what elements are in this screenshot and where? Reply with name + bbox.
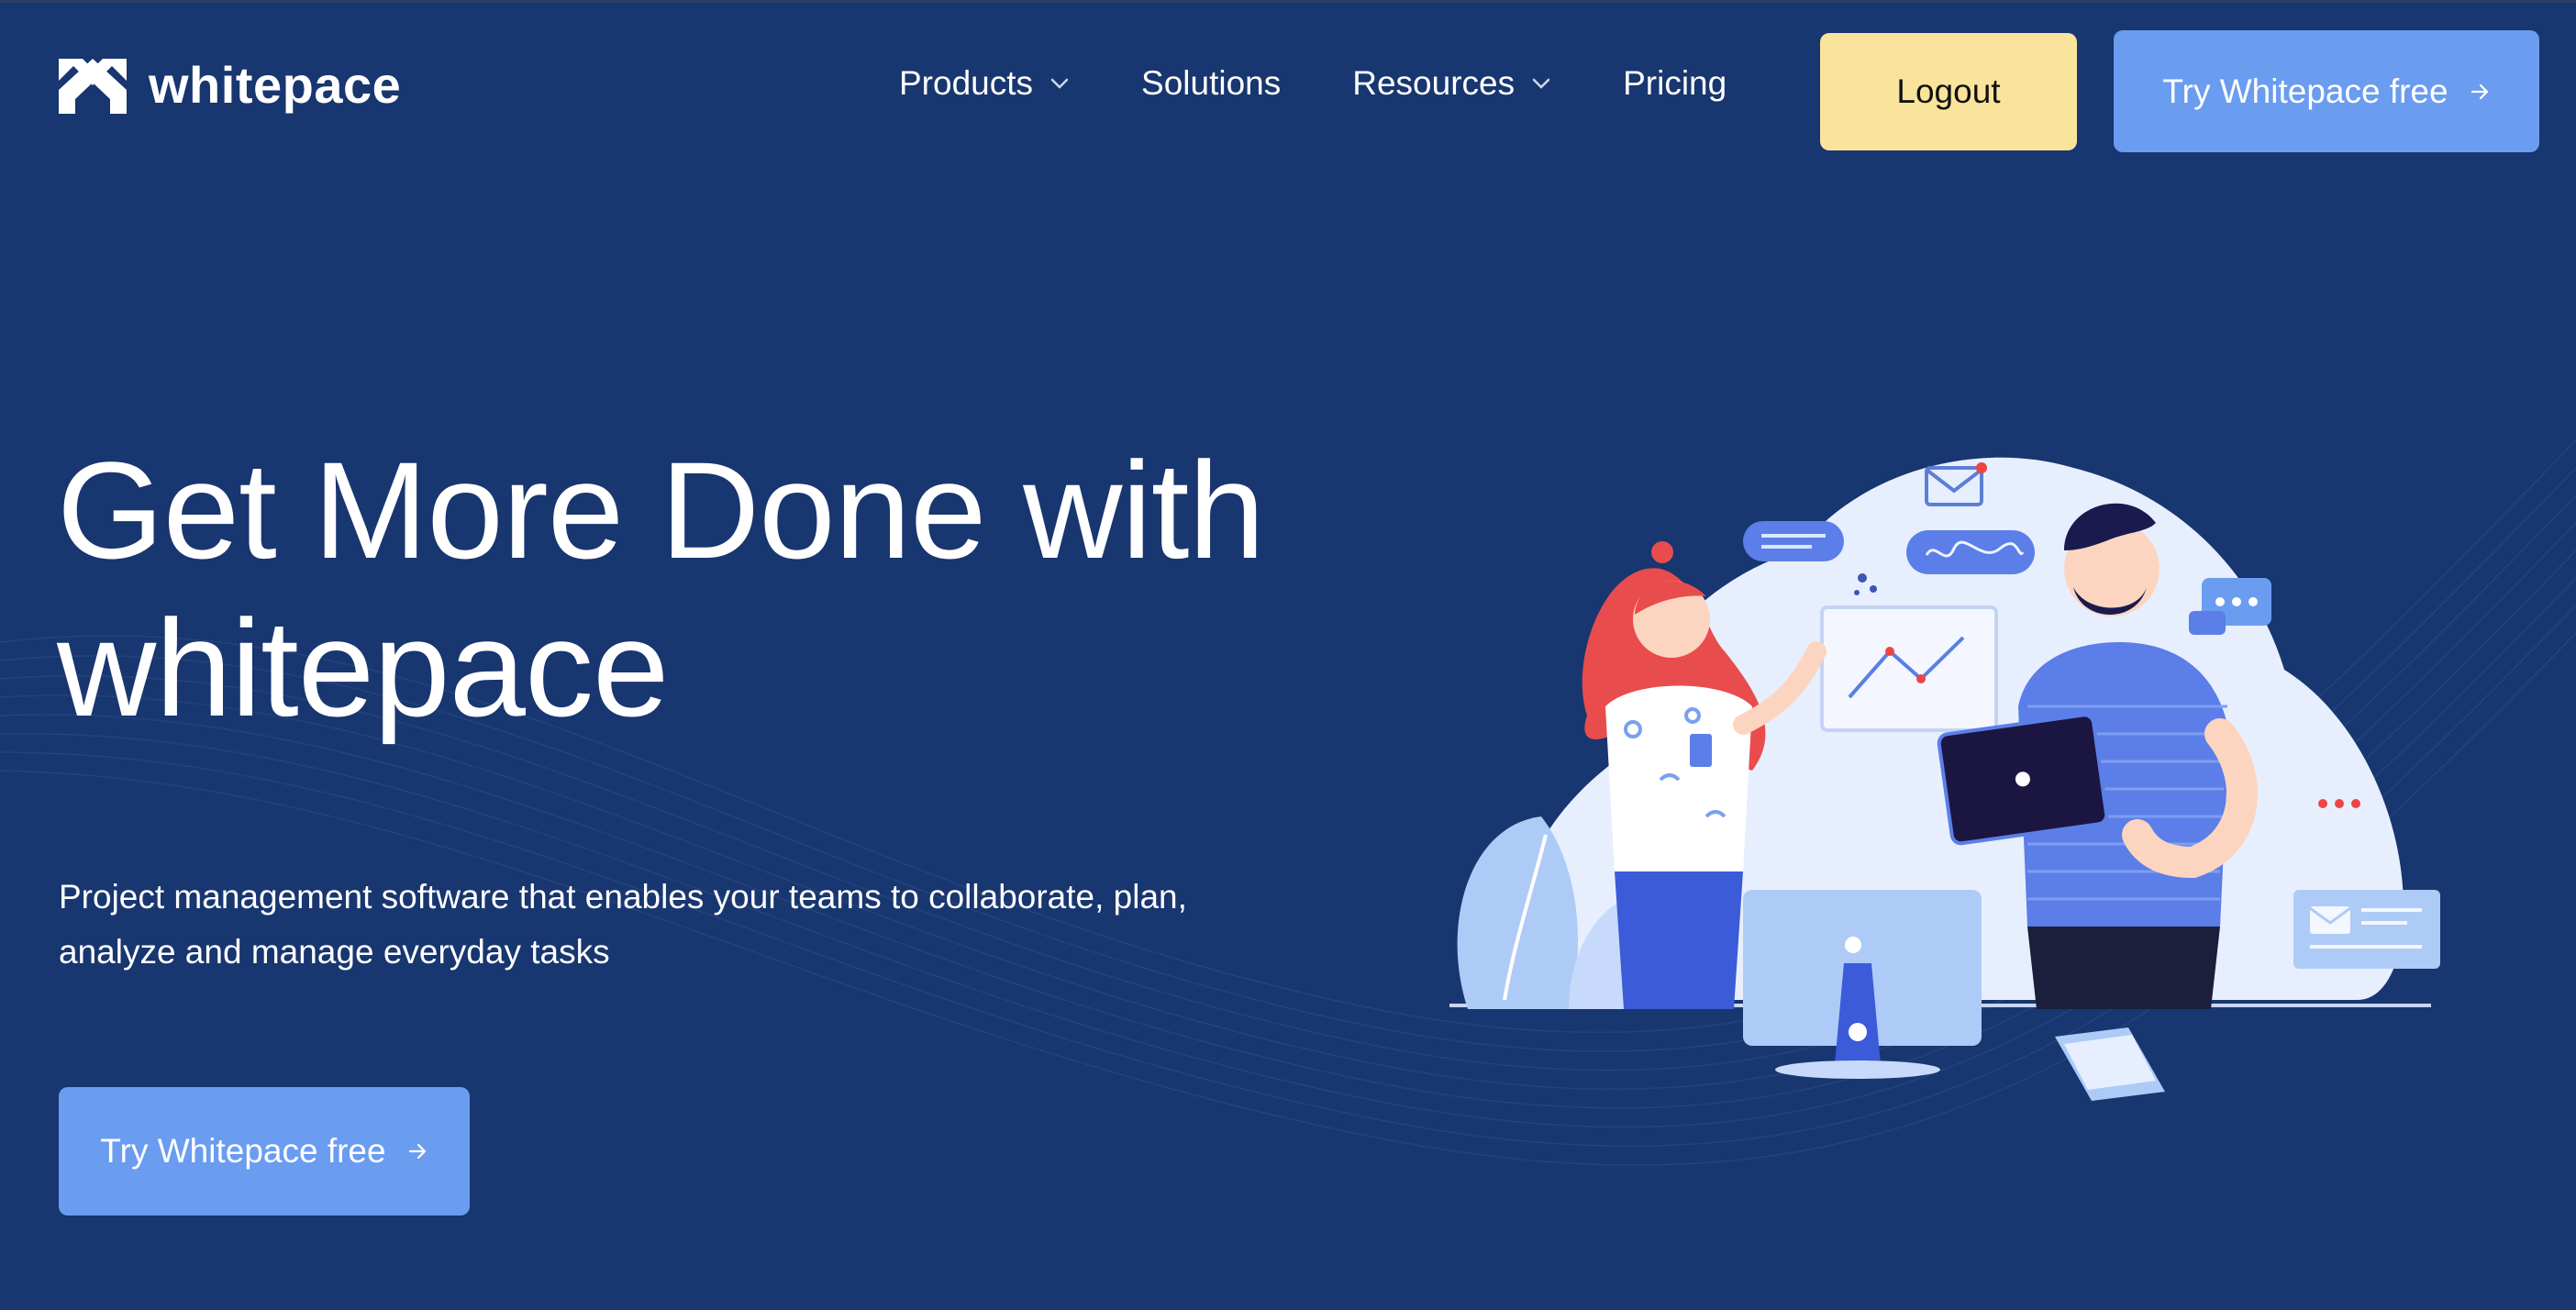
- arrow-right-icon: [408, 1143, 426, 1160]
- nav-item-resources[interactable]: Resources: [1352, 66, 1551, 100]
- hero-subtitle-line1: Project management software that enables…: [59, 878, 1187, 916]
- nav-item-label: Resources: [1352, 64, 1516, 102]
- nav-item-pricing[interactable]: Pricing: [1623, 66, 1727, 100]
- try-free-hero-button[interactable]: Try Whitepace free: [59, 1087, 470, 1216]
- brand-logo[interactable]: whitepace: [57, 57, 401, 114]
- monitor: [1743, 890, 1982, 1079]
- chat-bubble-left: [1743, 521, 1844, 561]
- try-free-hero-label: Try Whitepace free: [100, 1132, 386, 1170]
- hero-subtitle: Project management software that enables…: [59, 870, 1343, 980]
- hero-title: Get More Done with whitepace: [57, 431, 1341, 747]
- signature-bubble: [1906, 530, 2035, 574]
- nav-item-products[interactable]: Products: [899, 66, 1070, 100]
- chevron-down-icon: [1050, 78, 1069, 89]
- whiteboard: [1820, 605, 1998, 732]
- tablet: [1937, 713, 2109, 846]
- try-free-nav-button[interactable]: Try Whitepace free: [2114, 30, 2539, 152]
- logout-button[interactable]: Logout: [1820, 33, 2077, 150]
- brand-name: whitepace: [149, 56, 402, 114]
- documents: [2055, 1027, 2165, 1101]
- nav-item-label: Products: [899, 64, 1034, 102]
- nav-item-solutions[interactable]: Solutions: [1141, 66, 1281, 100]
- top-border: [0, 0, 2576, 3]
- hero-title-line2: whitepace: [57, 591, 669, 745]
- email-card: [2293, 890, 2440, 969]
- main-nav: Products Solutions Resources Pricing: [899, 66, 1727, 100]
- hero-subtitle-line2: analyze and manage everyday tasks: [59, 933, 610, 971]
- logout-button-label: Logout: [1896, 72, 2001, 110]
- try-free-nav-label: Try Whitepace free: [2162, 72, 2448, 110]
- whitepace-logo-icon: [59, 59, 127, 114]
- nav-item-label: Solutions: [1141, 64, 1282, 102]
- arrow-right-icon: [2471, 83, 2488, 99]
- nav-item-label: Pricing: [1623, 64, 1727, 102]
- chevron-down-icon: [1532, 78, 1550, 89]
- hero-title-line1: Get More Done with: [57, 433, 1265, 587]
- hero-illustration: [1449, 457, 2440, 1101]
